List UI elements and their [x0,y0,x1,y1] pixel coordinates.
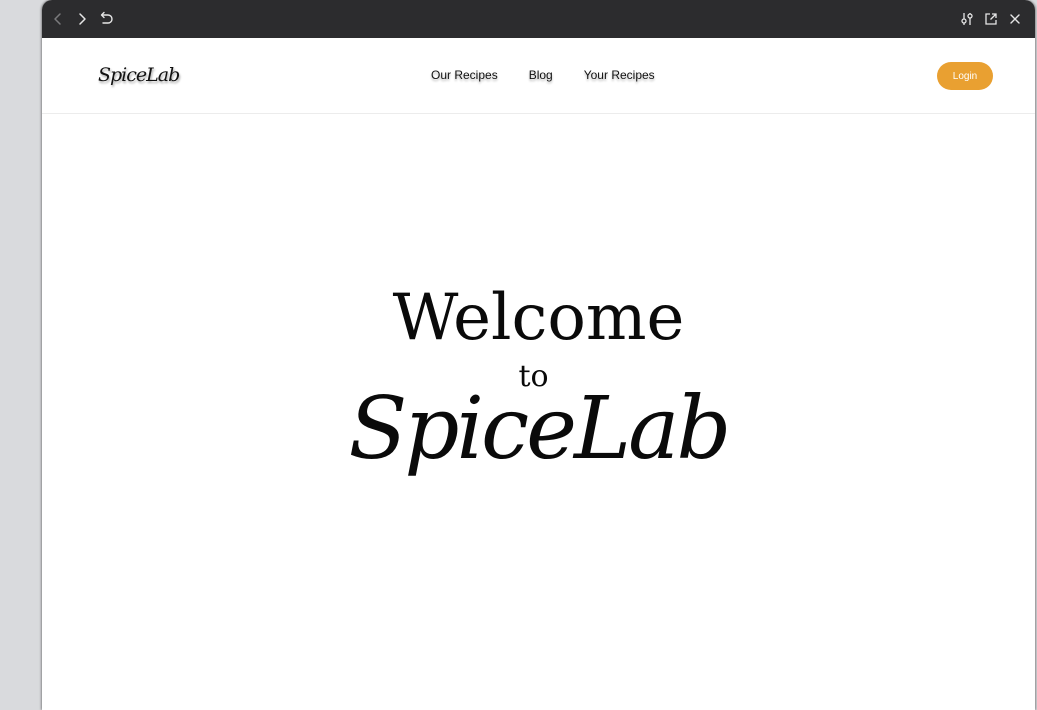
site-logo[interactable]: SpiceLab [98,64,180,86]
hero-section: Welcome to SpiceLab [42,114,1035,710]
sliders-icon [961,13,973,25]
undo-arrow-icon [100,11,113,24]
chevron-right-icon [79,13,86,25]
external-link-icon [985,13,997,25]
close-icon [1010,14,1020,24]
nav-blog[interactable]: Blog [529,68,553,82]
nav-our-recipes[interactable]: Our Recipes [431,68,498,82]
open-external-button[interactable] [979,7,1003,31]
forward-button[interactable] [70,7,94,31]
back-button[interactable] [46,7,70,31]
hero-brand-logotype: SpiceLab [348,379,732,479]
settings-button[interactable] [955,7,979,31]
nav-your-recipes[interactable]: Your Recipes [584,68,655,82]
main-nav: Our Recipes Blog Your Recipes [431,68,655,82]
browser-window: SpiceLab Our Recipes Blog Your Recipes L… [42,0,1035,710]
login-button[interactable]: Login [937,62,993,90]
chevron-left-icon [54,13,61,25]
reload-button[interactable] [94,7,118,31]
site-header: SpiceLab Our Recipes Blog Your Recipes L… [42,38,1035,114]
hero-welcome-heading: Welcome [392,281,685,355]
browser-toolbar [42,0,1035,38]
close-button[interactable] [1003,7,1027,31]
